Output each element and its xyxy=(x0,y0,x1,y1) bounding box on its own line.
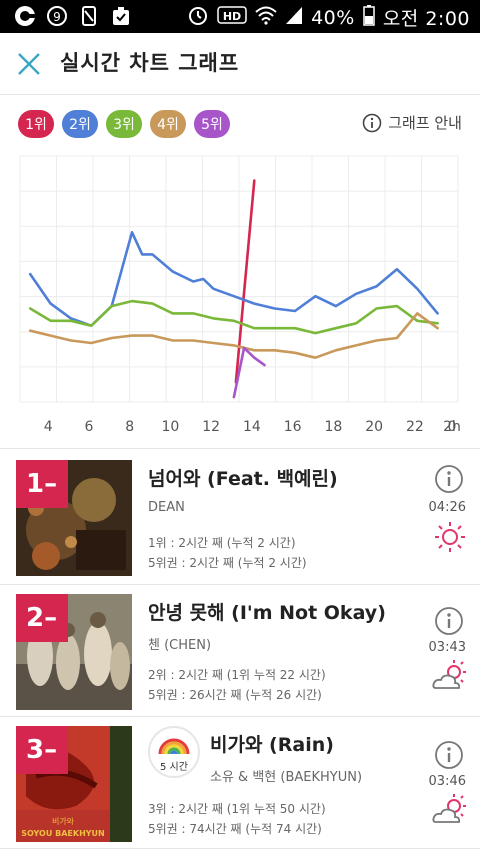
rank-badge-3: 3– xyxy=(16,726,68,774)
song-artist[interactable]: 소유 & 백현 (BAEKHYUN) xyxy=(210,766,362,785)
partly-cloudy-icon xyxy=(432,660,468,692)
song-title[interactable]: 비가와 (Rain) xyxy=(210,730,334,757)
song-duration: 04:26 xyxy=(428,500,466,515)
battery-icon xyxy=(363,4,375,31)
svg-text:9: 9 xyxy=(53,10,61,24)
album-cover-3[interactable]: 비가와 SOYOU BAEKHYUN 3– xyxy=(16,726,132,842)
album-cover-1[interactable]: 1– xyxy=(16,460,132,576)
clock-time: 오전 2:00 xyxy=(382,8,470,30)
rank-chip-3[interactable]: 3위 xyxy=(106,110,142,138)
top5-stat: 5위권 : 2시간 째 (누적 2 시간) xyxy=(148,556,307,570)
top5-stat: 5위권 : 74시간 째 (누적 74 시간) xyxy=(148,822,322,836)
svg-text:HD: HD xyxy=(223,10,241,23)
info-icon xyxy=(435,741,463,769)
song-title[interactable]: 넘어와 (Feat. 백예린) xyxy=(148,464,338,491)
hours-badge-label: 5 시간 xyxy=(160,762,188,773)
divider xyxy=(0,716,480,717)
info-icon xyxy=(435,465,463,493)
song-row-1[interactable]: 1– 넘어와 (Feat. 백예린) DEAN 1위 : 2시간 째 (누적 2… xyxy=(0,452,480,580)
rank-badge-1: 1– xyxy=(16,460,68,508)
song-info-button[interactable] xyxy=(434,606,464,636)
battery-percent: 40% xyxy=(311,6,355,29)
graph-guide-label: 그래프 안내 xyxy=(388,114,462,132)
sim-icon xyxy=(78,5,100,27)
song-artist[interactable]: 첸 (CHEN) xyxy=(148,634,211,653)
x-tick-label: 16 xyxy=(284,419,302,435)
song-duration: 03:43 xyxy=(428,640,466,655)
wifi-icon xyxy=(255,5,277,30)
app-header: 실시간 차트 그래프 xyxy=(0,33,480,95)
song-info-button[interactable] xyxy=(434,464,464,494)
song-row-3[interactable]: 비가와 SOYOU BAEKHYUN 3– 5 시간 비가와 (Rain) 소유… xyxy=(0,718,480,846)
divider xyxy=(0,848,480,849)
alarm-icon xyxy=(187,4,209,31)
svg-text:SOYOU BAEKHYUN: SOYOU BAEKHYUN xyxy=(21,829,105,838)
x-tick-label: 2h xyxy=(443,419,461,435)
rank-stat: 2위 : 2시간 째 (1위 누적 22 시간) xyxy=(148,668,326,682)
rainbow-icon xyxy=(158,738,190,755)
song-title[interactable]: 안녕 못해 (I'm Not Okay) xyxy=(148,598,386,625)
rank-stat: 3위 : 2시간 째 (1위 누적 50 시간) xyxy=(148,802,326,816)
svg-text:비가와: 비가와 xyxy=(52,816,75,826)
hours-badge: 5 시간 xyxy=(148,726,200,778)
song-duration: 03:46 xyxy=(428,774,466,789)
song-row-2[interactable]: 2– 안녕 못해 (I'm Not Okay) 첸 (CHEN) 2위 : 2시… xyxy=(0,586,480,714)
song-info-button[interactable] xyxy=(434,740,464,770)
realtime-chart: 4 6 8 10 12 14 16 18 20 22 0 2h xyxy=(0,150,480,440)
rank-chip-5[interactable]: 5위 xyxy=(194,110,230,138)
clipboard-check-icon xyxy=(110,5,132,27)
series-line-rank-2 xyxy=(28,231,439,327)
close-button[interactable] xyxy=(14,49,44,79)
rank-legend: 1위 2위 3위 4위 5위 xyxy=(18,110,230,138)
x-tick-label: 20 xyxy=(365,419,383,435)
album-cover-2[interactable]: 2– xyxy=(16,594,132,710)
chart-svg: 4 6 8 10 12 14 16 18 20 22 02h xyxy=(19,155,461,435)
divider xyxy=(0,448,480,449)
app-9-icon: 9 xyxy=(46,5,68,27)
x-tick-label: 14 xyxy=(243,419,261,435)
status-bar: 9 HD 40% 오전 2:00 xyxy=(0,0,480,33)
info-icon xyxy=(362,113,382,132)
series-line-rank-3 xyxy=(28,299,439,335)
divider xyxy=(0,584,480,585)
app-g-icon xyxy=(14,5,36,27)
rank-stat: 1위 : 2시간 째 (누적 2 시간) xyxy=(148,536,296,550)
x-tick-label: 4 xyxy=(44,419,53,435)
hd-icon: HD xyxy=(217,5,247,30)
rank-chip-2[interactable]: 2위 xyxy=(62,110,98,138)
x-tick-label: 22 xyxy=(406,419,424,435)
partly-cloudy-icon xyxy=(432,794,468,826)
info-icon xyxy=(435,607,463,635)
x-tick-label: 6 xyxy=(84,419,93,435)
signal-icon xyxy=(285,5,303,30)
song-artist[interactable]: DEAN xyxy=(148,500,185,515)
rank-badge-2: 2– xyxy=(16,594,68,642)
page-title: 실시간 차트 그래프 xyxy=(60,51,240,75)
x-tick-label: 10 xyxy=(162,419,180,435)
x-tick-label: 12 xyxy=(202,419,220,435)
x-tick-label: 8 xyxy=(125,419,134,435)
rank-chip-4[interactable]: 4위 xyxy=(150,110,186,138)
graph-guide-button[interactable]: 그래프 안내 xyxy=(362,112,462,133)
close-icon[interactable] xyxy=(14,49,44,79)
top5-stat: 5위권 : 26시간 째 (누적 26 시간) xyxy=(148,688,322,702)
sun-icon xyxy=(432,520,468,552)
rank-chip-1[interactable]: 1위 xyxy=(18,110,54,138)
x-tick-label: 18 xyxy=(324,419,342,435)
